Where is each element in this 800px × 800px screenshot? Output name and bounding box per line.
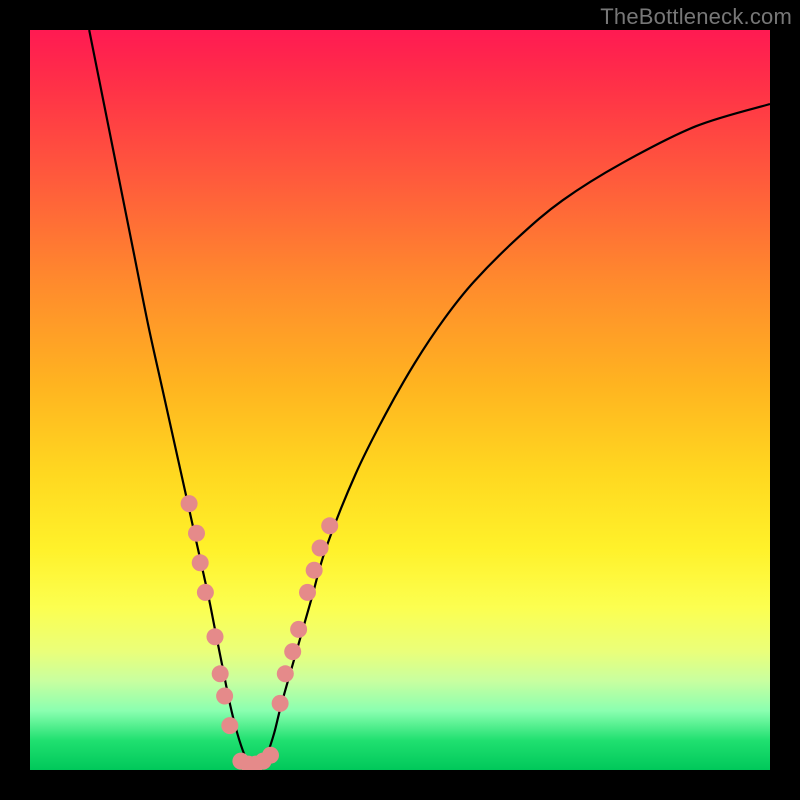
data-marker xyxy=(284,643,301,660)
data-marker xyxy=(262,747,279,764)
data-marker xyxy=(277,665,294,682)
data-marker xyxy=(207,628,224,645)
data-marker xyxy=(212,665,229,682)
data-marker xyxy=(272,695,289,712)
data-marker xyxy=(221,717,238,734)
chart-frame: TheBottleneck.com xyxy=(0,0,800,800)
data-marker xyxy=(188,525,205,542)
plot-area xyxy=(30,30,770,770)
data-marker xyxy=(192,554,209,571)
data-marker xyxy=(299,584,316,601)
curve-layer xyxy=(30,30,770,770)
data-marker xyxy=(290,621,307,638)
data-marker xyxy=(306,562,323,579)
data-marker xyxy=(181,495,198,512)
bottleneck-curve xyxy=(89,30,770,770)
data-marker xyxy=(216,688,233,705)
data-marker xyxy=(321,517,338,534)
data-marker xyxy=(312,540,329,557)
watermark-text: TheBottleneck.com xyxy=(600,4,792,30)
data-markers xyxy=(181,495,339,770)
data-marker xyxy=(197,584,214,601)
